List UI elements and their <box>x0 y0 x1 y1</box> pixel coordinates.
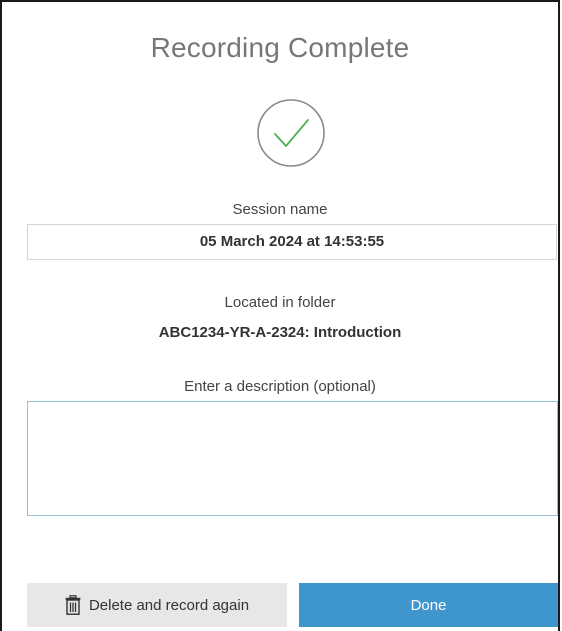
delete-button-label: Delete and record again <box>88 596 250 614</box>
done-button[interactable]: Done <box>299 583 558 627</box>
description-label: Enter a description (optional) <box>184 378 376 395</box>
dialog-title: Recording Complete <box>150 32 410 63</box>
session-name-label: Session name <box>232 201 328 218</box>
folder-name: ABC1234-YR-A-2324: Introduction <box>158 324 402 341</box>
description-input[interactable] <box>27 401 558 516</box>
checkmark-circle-icon <box>256 98 326 168</box>
session-name-field[interactable]: 05 March 2024 at 14:53:55 <box>27 224 557 260</box>
delete-and-record-again-button[interactable]: Delete and record again <box>27 583 287 627</box>
trash-icon <box>65 595 81 615</box>
recording-complete-dialog: Recording Complete Session name 05 March… <box>0 0 560 631</box>
folder-label: Located in folder <box>224 294 336 311</box>
